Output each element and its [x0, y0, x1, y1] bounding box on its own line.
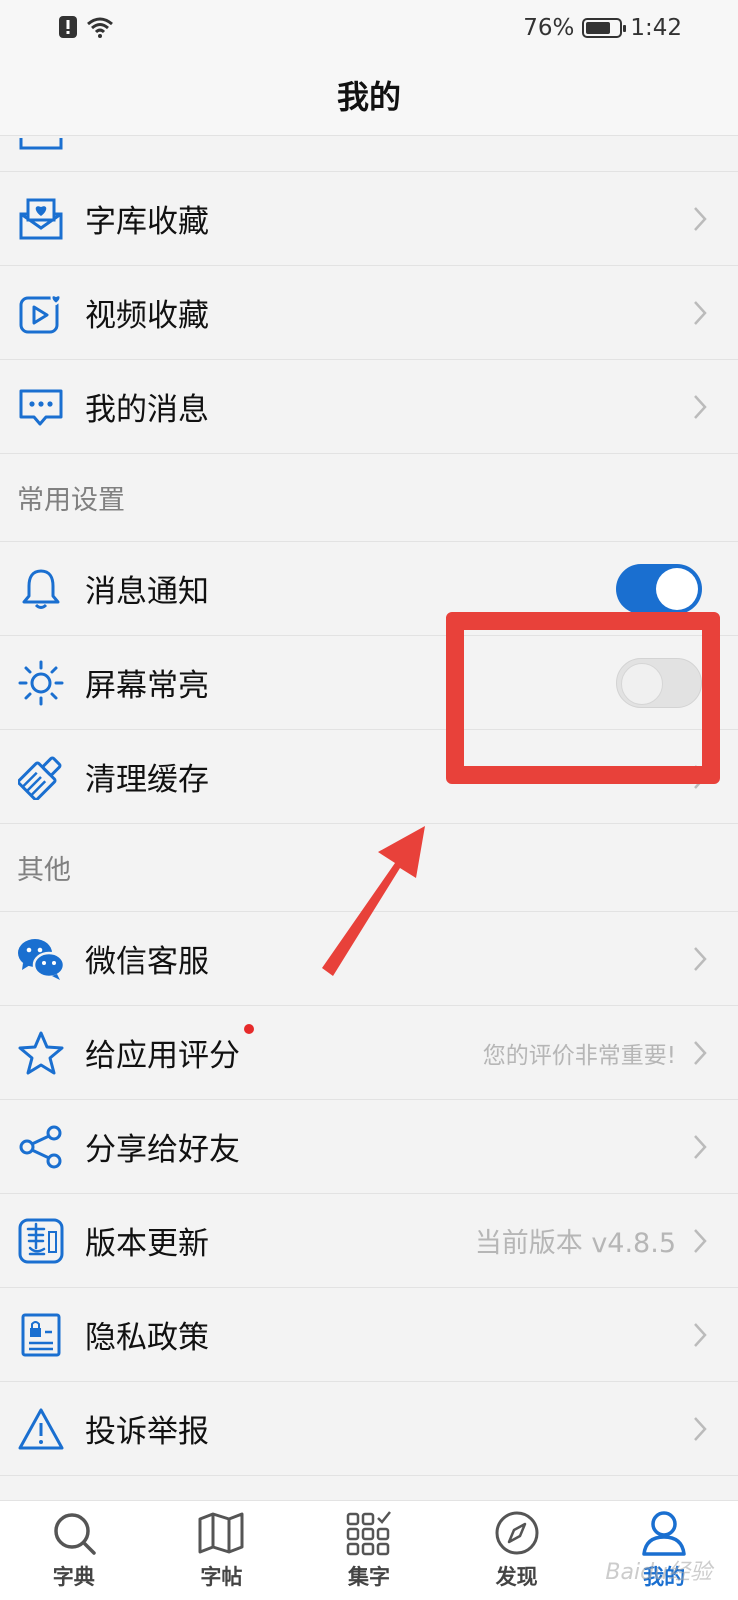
grid-check-icon [346, 1511, 391, 1556]
chevron-right-icon [694, 1228, 707, 1253]
chevron-right-icon [694, 1416, 707, 1441]
tab-label: 字典 [52, 1565, 95, 1589]
compass-icon [495, 1511, 539, 1555]
tab-label: 发现 [495, 1565, 538, 1589]
tab-dictionary[interactable]: 字典 [0, 1501, 148, 1600]
privacy-document-icon [17, 1311, 65, 1359]
warning-icon [17, 1405, 65, 1453]
chevron-right-icon [694, 1322, 707, 1347]
list-item-label: 隐私政策 [85, 1320, 209, 1356]
app-logo-icon [17, 1217, 65, 1265]
list-item-rate[interactable]: 给应用评分 您的评价非常重要! [0, 1006, 738, 1100]
tab-copybook[interactable]: 字帖 [148, 1501, 296, 1600]
version-hint: 当前版本 v4.8.5 [474, 1228, 676, 1259]
list-item-share[interactable]: 分享给好友 [0, 1100, 738, 1194]
watermark: Baidu经验 [605, 1560, 712, 1585]
list-item-label: 给应用评分 [85, 1024, 254, 1075]
red-dot-badge [244, 1024, 254, 1034]
tab-label: 字帖 [200, 1565, 243, 1589]
search-icon [54, 1513, 96, 1555]
tab-discover[interactable]: 发现 [443, 1501, 591, 1600]
list-item-label: 版本更新 [85, 1226, 209, 1262]
list-item-privacy[interactable]: 隐私政策 [0, 1288, 738, 1382]
chevron-right-icon [694, 1040, 707, 1065]
list-item-version[interactable]: 版本更新 当前版本 v4.8.5 [0, 1194, 738, 1288]
share-icon [17, 1123, 65, 1171]
list-item-report[interactable]: 投诉举报 [0, 1382, 738, 1476]
star-icon [17, 1029, 65, 1077]
annotation-arrow [322, 826, 425, 976]
chevron-right-icon [694, 1134, 707, 1159]
list-item-label: 投诉举报 [85, 1414, 209, 1450]
rate-hint: 您的评价非常重要! [482, 1042, 676, 1069]
user-icon [642, 1511, 686, 1556]
rate-label-text: 给应用评分 [85, 1038, 240, 1074]
tab-label: 集字 [347, 1565, 390, 1589]
list-item-label: 分享给好友 [85, 1132, 240, 1168]
tab-collect[interactable]: 集字 [295, 1501, 443, 1600]
map-icon [198, 1512, 244, 1554]
